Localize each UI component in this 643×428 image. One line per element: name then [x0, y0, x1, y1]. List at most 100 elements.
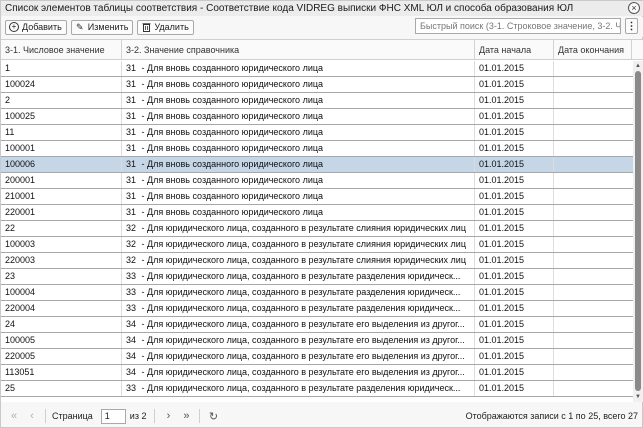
cell-start-date: 01.01.2015: [475, 61, 554, 76]
table-row[interactable]: 220003 32 - Для юридического лица, создан…: [1, 253, 633, 269]
delete-button-label: Удалить: [154, 22, 189, 32]
reference-description: Для юридического лица, созданного в резу…: [147, 319, 465, 329]
cell-end-date: [554, 317, 632, 332]
cell-reference-value: 33 - Для юридического лица, созданного в…: [122, 301, 475, 316]
cell-numeric-value: 100025: [1, 109, 122, 124]
table-row[interactable]: 2 31 - Для вновь созданного юридического …: [1, 93, 633, 109]
more-menu-button[interactable]: ⋮: [625, 18, 638, 34]
cell-start-date: 01.01.2015: [475, 269, 554, 284]
reference-description: Для юридического лица, созданного в резу…: [147, 335, 465, 345]
table-row[interactable]: 113051 34 - Для юридического лица, создан…: [1, 365, 633, 381]
edit-button[interactable]: ✎ Изменить: [70, 19, 134, 35]
cell-end-date: [554, 205, 632, 220]
table-row[interactable]: 11 31 - Для вновь созданного юридического…: [1, 125, 633, 141]
quick-search-input[interactable]: Быстрый поиск (3-1. Строковое значение, …: [415, 18, 621, 34]
cell-numeric-value: 100024: [1, 77, 122, 92]
reference-description: Для юридического лица, созданного в резу…: [147, 383, 461, 393]
last-page-icon[interactable]: »: [179, 409, 193, 423]
dialog-window: Список элементов таблицы соответствия - …: [0, 0, 643, 428]
scroll-up-icon[interactable]: ▲: [633, 61, 643, 71]
table-row[interactable]: 1 31 - Для вновь созданного юридического …: [1, 61, 633, 77]
scroll-down-icon[interactable]: ▼: [633, 392, 643, 402]
reference-description: Для юридического лица, созданного в резу…: [147, 239, 466, 249]
cell-end-date: [554, 269, 632, 284]
reference-separator: -: [139, 207, 147, 217]
table-row[interactable]: 210001 31 - Для вновь созданного юридичес…: [1, 189, 633, 205]
table-row[interactable]: 100003 32 - Для юридического лица, создан…: [1, 237, 633, 253]
cell-reference-value: 31 - Для вновь созданного юридического л…: [122, 205, 475, 220]
reference-code: 31: [126, 79, 137, 89]
reference-separator: -: [139, 143, 147, 153]
table-row[interactable]: 220001 31 - Для вновь созданного юридичес…: [1, 205, 633, 221]
cell-reference-value: 31 - Для вновь созданного юридического л…: [122, 189, 475, 204]
cell-start-date: 01.01.2015: [475, 237, 554, 252]
scrollbar-thumb[interactable]: [635, 71, 641, 391]
cell-start-date: 01.01.2015: [475, 317, 554, 332]
table-row[interactable]: 22 32 - Для юридического лица, созданного…: [1, 221, 633, 237]
pagination-bar: « ‹ Страница 1 из 2 › » ↻ Отображаются з…: [1, 405, 643, 427]
table-row[interactable]: 24 34 - Для юридического лица, созданного…: [1, 317, 633, 333]
reference-code: 34: [126, 335, 137, 345]
table-row[interactable]: 100005 34 - Для юридического лица, создан…: [1, 333, 633, 349]
delete-button[interactable]: Удалить: [137, 19, 194, 35]
cell-end-date: [554, 333, 632, 348]
trash-icon: [141, 22, 151, 32]
vertical-scrollbar[interactable]: ▲ ▼: [633, 61, 643, 402]
reference-separator: -: [139, 95, 147, 105]
cell-reference-value: 31 - Для вновь созданного юридического л…: [122, 157, 475, 172]
pager-separator: [154, 409, 156, 423]
cell-end-date: [554, 109, 632, 124]
reference-description: Для вновь созданного юридического лица: [147, 159, 324, 169]
pager-separator: [45, 409, 46, 423]
first-page-icon[interactable]: «: [7, 409, 21, 423]
table-row[interactable]: 100006 31 - Для вновь созданного юридичес…: [1, 157, 633, 173]
table-row[interactable]: 100004 33 - Для юридического лица, создан…: [1, 285, 633, 301]
prev-page-icon[interactable]: ‹: [25, 409, 39, 423]
reference-code: 34: [126, 319, 137, 329]
cell-reference-value: 31 - Для вновь созданного юридического л…: [122, 109, 475, 124]
cell-end-date: [554, 253, 632, 268]
cell-reference-value: 34 - Для юридического лица, созданного в…: [122, 365, 475, 380]
reference-code: 31: [126, 159, 137, 169]
column-header-end-date[interactable]: Дата окончания: [554, 40, 632, 59]
table-row[interactable]: 25 33 - Для юридического лица, созданного…: [1, 381, 633, 397]
table-row[interactable]: 100025 31 - Для вновь созданного юридичес…: [1, 109, 633, 125]
column-header-start-date[interactable]: Дата начала: [475, 40, 554, 59]
cell-reference-value: 33 - Для юридического лица, созданного в…: [122, 285, 475, 300]
reference-description: Для вновь созданного юридического лица: [147, 175, 324, 185]
reference-description: Для юридического лица, созданного в резу…: [147, 271, 461, 281]
reference-code: 31: [126, 95, 137, 105]
table-row[interactable]: 220004 33 - Для юридического лица, создан…: [1, 301, 633, 317]
cell-start-date: 01.01.2015: [475, 333, 554, 348]
cell-numeric-value: 100001: [1, 141, 122, 156]
cell-end-date: [554, 173, 632, 188]
table-row[interactable]: 23 33 - Для юридического лица, созданного…: [1, 269, 633, 285]
add-icon: +: [9, 22, 19, 32]
page-number-input[interactable]: 1: [100, 408, 126, 424]
cell-numeric-value: 100005: [1, 333, 122, 348]
table-row[interactable]: 220005 34 - Для юридического лица, создан…: [1, 349, 633, 365]
reference-separator: -: [139, 111, 147, 121]
add-button[interactable]: + Добавить: [5, 19, 67, 35]
close-icon[interactable]: ×: [628, 2, 640, 14]
cell-reference-value: 31 - Для вновь созданного юридического л…: [122, 125, 475, 140]
cell-reference-value: 32 - Для юридического лица, созданного в…: [122, 253, 475, 268]
refresh-icon[interactable]: ↻: [206, 409, 220, 423]
table-row[interactable]: 100024 31 - Для вновь созданного юридичес…: [1, 77, 633, 93]
column-header-numeric-value[interactable]: 3-1. Числовое значение: [1, 40, 122, 59]
table-row[interactable]: 200001 31 - Для вновь созданного юридичес…: [1, 173, 633, 189]
cell-end-date: [554, 189, 632, 204]
reference-separator: -: [139, 63, 147, 73]
cell-numeric-value: 113051: [1, 365, 122, 380]
column-header-reference-value[interactable]: 3-2. Значение справочника: [122, 40, 475, 59]
cell-end-date: [554, 157, 632, 172]
next-page-icon[interactable]: ›: [161, 409, 175, 423]
cell-numeric-value: 200001: [1, 173, 122, 188]
cell-numeric-value: 210001: [1, 189, 122, 204]
reference-separator: -: [139, 255, 147, 265]
reference-code: 34: [126, 367, 137, 377]
reference-code: 31: [126, 111, 137, 121]
reference-separator: -: [139, 287, 147, 297]
cell-start-date: 01.01.2015: [475, 381, 554, 396]
table-row[interactable]: 100001 31 - Для вновь созданного юридичес…: [1, 141, 633, 157]
